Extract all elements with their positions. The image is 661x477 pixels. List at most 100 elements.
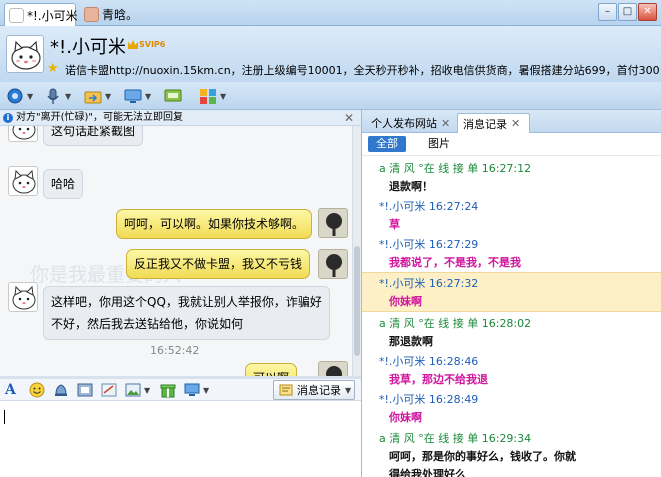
history-entry-selected[interactable]: *!.小可米 16:27:32 你妹啊	[362, 272, 661, 312]
history-entry: a 清 风 °在 线 接 单 16:28:02 那退款啊	[362, 313, 661, 351]
history-entry: *!.小可米 16:28:49 你妹啊	[362, 389, 661, 427]
contact-header: *!.小可米 SVIP6 ★ 诺信卡盟http://nuoxin.15km.cn…	[0, 26, 661, 82]
chat-tab-qinghan[interactable]: 青晗。	[80, 3, 138, 26]
chevron-down-icon[interactable]: ▼	[145, 92, 151, 101]
star-icon: ★	[47, 61, 59, 76]
folder-transfer-icon	[84, 91, 102, 103]
video-call-button[interactable]: ▼	[6, 86, 33, 106]
tab-label: 消息记录	[463, 117, 507, 131]
self-avatar[interactable]	[318, 208, 348, 238]
crown-icon	[128, 40, 138, 49]
close-button[interactable]: ✕	[638, 3, 657, 21]
self-avatar[interactable]	[318, 249, 348, 279]
outgoing-message: 反正我又不做卡盟，我又不亏钱	[126, 249, 311, 279]
monitor-icon	[184, 383, 200, 396]
close-notice-icon[interactable]: ✕	[344, 110, 354, 125]
contact-avatar[interactable]	[8, 166, 38, 196]
close-tab-icon[interactable]: ✕	[511, 117, 520, 130]
history-sender: *!.小可米	[379, 238, 426, 251]
history-header: a 清 风 °在 线 接 单 16:29:34	[379, 430, 531, 446]
voice-call-button[interactable]: ▼	[44, 86, 71, 106]
contact-avatar[interactable]	[6, 35, 44, 73]
history-time: 16:28:49	[428, 393, 479, 406]
history-header: *!.小可米 16:28:49	[379, 391, 478, 407]
svip-badge[interactable]: SVIP6	[128, 40, 165, 49]
screen-capture-button[interactable]: ▼	[184, 382, 209, 398]
history-sender: a 清 风 °在 线 接 单	[379, 162, 479, 175]
gif-button[interactable]	[77, 382, 93, 398]
chevron-down-icon[interactable]: ▼	[27, 92, 33, 101]
send-file-button[interactable]: ▼	[84, 86, 111, 106]
title-bar: *!.小可米 青晗。 – □ ✕	[0, 0, 661, 26]
tree-avatar-icon	[319, 250, 347, 278]
font-button[interactable]: A	[5, 382, 16, 398]
incoming-message: 哈哈	[43, 169, 84, 199]
history-time: 16:29:34	[481, 432, 532, 445]
tree-avatar-icon	[319, 362, 347, 376]
message-list[interactable]: 你是我最重要的人 这句话赴紧截图 哈哈 呵呵，可以啊。如果你技术够啊。 反正我又…	[0, 126, 352, 376]
chat-toolbar: ▼ ▼ ▼ ▼ ▼	[0, 82, 661, 110]
chevron-down-icon[interactable]: ▼	[105, 92, 111, 101]
history-header: *!.小可米 16:27:29	[379, 236, 478, 252]
message-scrollbar[interactable]	[352, 126, 361, 376]
screenshot-button[interactable]	[101, 382, 117, 398]
history-time: 16:27:24	[428, 200, 479, 213]
contact-avatar[interactable]	[8, 126, 38, 142]
message-input[interactable]	[0, 401, 361, 477]
history-text: 得给我处理好么	[389, 468, 466, 477]
input-toolbar: A ▼ ▼ 消息记录 ▼	[0, 379, 361, 401]
history-header: *!.小可米 16:28:46	[379, 353, 478, 369]
history-sender: a 清 风 °在 线 接 单	[379, 317, 479, 330]
close-tab-icon[interactable]: ✕	[441, 117, 450, 130]
tab-message-history[interactable]: 消息记录 ✕	[457, 113, 530, 133]
scrollbar-thumb[interactable]	[354, 246, 360, 356]
remote-desktop-button[interactable]: ▼	[124, 86, 151, 106]
history-entry: *!.小可米 16:28:46 我草，那边不给我退	[362, 351, 661, 389]
history-time: 16:28:02	[481, 317, 532, 330]
self-avatar[interactable]	[318, 361, 348, 376]
tree-avatar-icon	[319, 209, 347, 237]
screen-share-button[interactable]	[164, 86, 182, 106]
contact-avatar[interactable]	[8, 282, 38, 312]
history-text: 那退款啊	[389, 335, 433, 348]
image-icon	[125, 383, 141, 397]
cat-avatar-icon	[12, 285, 36, 310]
history-sender: *!.小可米	[379, 200, 426, 213]
history-sender: a 清 风 °在 线 接 单	[379, 432, 479, 445]
image-button[interactable]: ▼	[125, 382, 150, 398]
minimize-button[interactable]: –	[598, 3, 617, 21]
history-icon	[279, 384, 293, 396]
chevron-down-icon[interactable]: ▼	[203, 386, 209, 395]
history-text: 我草，那边不给我退	[389, 373, 488, 386]
contact-signature: 诺信卡盟http://nuoxin.15km.cn，注册上级编号10001，全天…	[65, 64, 661, 77]
chat-tab-xiaokemi[interactable]: *!.小可米	[4, 3, 78, 26]
tab-personal-site[interactable]: 个人发布网站 ✕	[366, 113, 454, 133]
filter-all-button[interactable]: 全部	[368, 136, 406, 152]
history-text: 草	[389, 218, 400, 231]
filter-images-button[interactable]: 图片	[428, 136, 450, 152]
monitor-icon	[124, 89, 142, 103]
maximize-button[interactable]: □	[618, 3, 637, 21]
nudge-button[interactable]	[53, 382, 69, 398]
chevron-down-icon: ▼	[345, 385, 352, 395]
window-controls: – □ ✕	[597, 3, 657, 21]
info-icon: i	[3, 113, 13, 123]
contact-name: *!.小可米	[50, 37, 126, 58]
history-text: 退款啊！	[389, 180, 433, 193]
history-filter-bar: 全部 图片	[362, 133, 661, 156]
chevron-down-icon[interactable]: ▼	[220, 92, 226, 101]
microphone-icon	[47, 88, 59, 104]
history-time: 16:27:29	[428, 238, 479, 251]
emoji-button[interactable]	[29, 382, 45, 398]
incoming-message: 这句话赴紧截图	[43, 126, 144, 146]
history-text: 你妹啊	[389, 295, 422, 308]
chevron-down-icon[interactable]: ▼	[144, 386, 150, 395]
send-gift-button[interactable]	[160, 382, 176, 398]
history-entry: a 清 风 °在 线 接 单 16:27:12 退款啊！	[362, 158, 661, 196]
bell-icon	[55, 384, 67, 396]
history-header: a 清 风 °在 线 接 单 16:28:02	[379, 315, 531, 331]
apps-button[interactable]: ▼	[199, 86, 226, 106]
message-history-button[interactable]: 消息记录 ▼	[273, 380, 355, 400]
chevron-down-icon[interactable]: ▼	[65, 92, 71, 101]
history-log[interactable]: a 清 风 °在 线 接 单 16:27:12 退款啊！ *!.小可米 16:2…	[362, 156, 661, 477]
